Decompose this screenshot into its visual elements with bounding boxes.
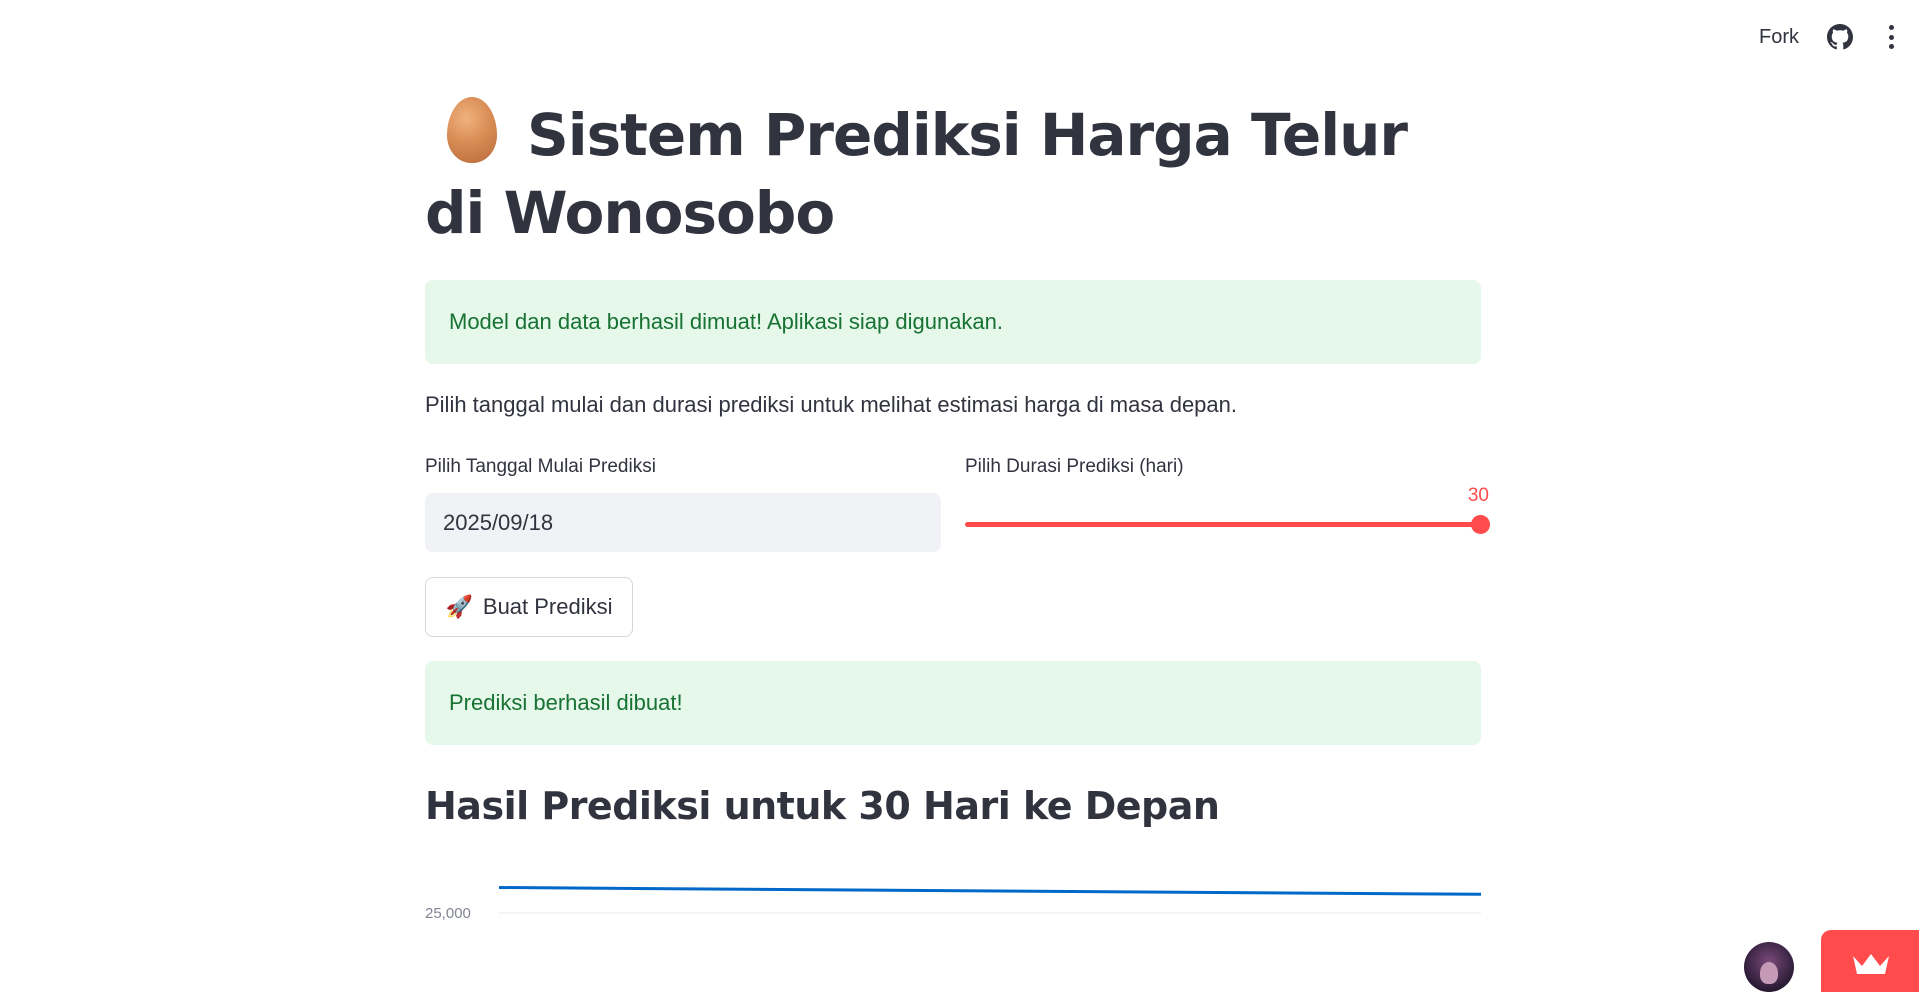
crown-icon: [1853, 954, 1889, 974]
prediction-line[interactable]: [498, 886, 1482, 896]
github-icon[interactable]: [1827, 24, 1853, 50]
fork-button[interactable]: Fork: [1759, 26, 1799, 49]
y-tick-label: 25,000: [425, 905, 471, 922]
status-alert-text: Model dan data berhasil dimuat! Aplikasi…: [449, 309, 1004, 334]
duration-label: Pilih Durasi Prediksi (hari): [965, 456, 1184, 477]
start-date-input[interactable]: 2025/09/18: [425, 493, 941, 552]
success-alert: Prediksi berhasil dibuat!: [425, 661, 1481, 745]
prediction-chart-svg: 25,00020,000: [425, 886, 1482, 992]
prediction-chart: 25,00020,000: [425, 860, 1482, 992]
header-toolbar: Fork: [1759, 24, 1901, 50]
rocket-icon: 🚀: [445, 594, 473, 619]
user-avatar[interactable]: [1744, 942, 1794, 992]
make-prediction-label: Buat Prediksi: [482, 594, 613, 619]
duration-slider[interactable]: 30: [965, 480, 1490, 540]
success-alert-text: Prediksi berhasil dibuat!: [449, 690, 683, 715]
avatar-face: [1760, 962, 1778, 984]
description-text: Pilih tanggal mulai dan durasi prediksi …: [425, 392, 1238, 417]
date-label: Pilih Tanggal Mulai Prediksi: [425, 456, 656, 477]
slider-track[interactable]: [965, 522, 1481, 527]
slider-value: 30: [1467, 485, 1489, 506]
status-alert: Model dan data berhasil dimuat! Aplikasi…: [425, 280, 1481, 364]
page-title: Sistem Prediksi Harga Telur di Wonosobo: [425, 96, 1481, 252]
app-page: Fork Sistem Prediksi Harga Telur di Wono…: [0, 0, 1919, 992]
page-title-text: Sistem Prediksi Harga Telur di Wonosobo: [425, 101, 1408, 247]
streamlit-badge[interactable]: [1821, 930, 1919, 992]
start-date-value: 2025/09/18: [443, 509, 554, 535]
kebab-menu-icon[interactable]: [1881, 25, 1901, 49]
egg-icon: [447, 97, 497, 163]
results-heading: Hasil Prediksi untuk 30 Hari ke Depan: [425, 784, 1220, 828]
make-prediction-button[interactable]: 🚀 Buat Prediksi: [425, 577, 633, 637]
slider-thumb[interactable]: [1471, 515, 1490, 534]
